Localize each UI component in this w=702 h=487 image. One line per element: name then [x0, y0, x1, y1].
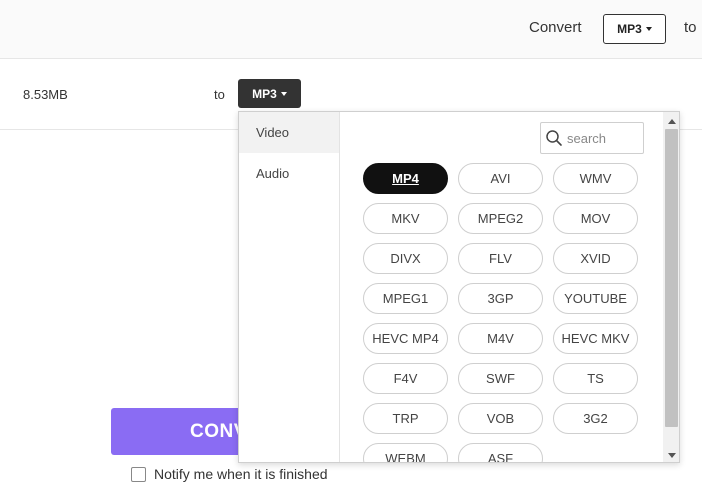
format-option-mpeg1[interactable]: MPEG1 — [363, 283, 448, 314]
format-option-mkv[interactable]: MKV — [363, 203, 448, 234]
target-format-all-button[interactable]: MP3 — [603, 14, 666, 44]
file-format-button[interactable]: MP3 — [238, 79, 301, 108]
format-option-asf[interactable]: ASF — [458, 443, 543, 462]
format-option-ts[interactable]: TS — [553, 363, 638, 394]
category-video[interactable]: Video — [239, 112, 339, 153]
caret-down-icon — [280, 91, 287, 96]
format-option-flv[interactable]: FLV — [458, 243, 543, 274]
to-label: to — [684, 19, 697, 36]
format-grid: MP4 AVI WMV MKV MPEG2 MOV DIVX FLV XVID MPEG1 3GP Y… — [340, 112, 663, 462]
format-dropdown: Video Audio MP4 AVI WMV MKV MPEG2 MOV DIVX FLV X… — [238, 111, 680, 463]
format-option-f4v[interactable]: F4V — [363, 363, 448, 394]
scroll-down-arrow[interactable] — [663, 448, 679, 462]
format-option-mp4[interactable]: MP4 — [363, 163, 448, 194]
format-option-m4v[interactable]: M4V — [458, 323, 543, 354]
file-size: 8.53MB — [23, 87, 68, 102]
file-format-label: MP3 — [252, 86, 277, 101]
format-option-youtube[interactable]: YOUTUBE — [553, 283, 638, 314]
top-bar: Convert MP3 to — [0, 0, 702, 59]
arrow-down-icon — [667, 452, 676, 458]
format-option-swf[interactable]: SWF — [458, 363, 543, 394]
format-option-3gp[interactable]: 3GP — [458, 283, 543, 314]
format-option-webm[interactable]: WEBM — [363, 443, 448, 462]
convert-label: Convert — [529, 19, 582, 36]
notify-label: Notify me when it is finished — [154, 466, 328, 482]
format-option-wmv[interactable]: WMV — [553, 163, 638, 194]
format-option-3g2[interactable]: 3G2 — [553, 403, 638, 434]
format-option-hevc-mp4[interactable]: HEVC MP4 — [363, 323, 448, 354]
search-icon — [546, 130, 562, 146]
dropdown-scrollbar[interactable] — [663, 112, 679, 462]
format-option-hevc-mkv[interactable]: HEVC MKV — [553, 323, 638, 354]
scroll-thumb[interactable] — [665, 129, 678, 427]
target-format-all-label: MP3 — [617, 22, 642, 36]
format-option-xvid[interactable]: XVID — [553, 243, 638, 274]
notify-option[interactable]: Notify me when it is finished — [131, 466, 328, 482]
format-search[interactable] — [540, 122, 644, 154]
format-option-mpeg2[interactable]: MPEG2 — [458, 203, 543, 234]
arrow-up-icon — [667, 118, 676, 124]
format-option-mov[interactable]: MOV — [553, 203, 638, 234]
format-option-vob[interactable]: VOB — [458, 403, 543, 434]
format-search-input[interactable] — [567, 130, 643, 146]
category-audio[interactable]: Audio — [239, 153, 339, 194]
format-option-divx[interactable]: DIVX — [363, 243, 448, 274]
notify-checkbox[interactable] — [131, 466, 146, 482]
format-option-trp[interactable]: TRP — [363, 403, 448, 434]
caret-down-icon — [645, 27, 652, 31]
category-list: Video Audio — [239, 112, 340, 462]
format-option-avi[interactable]: AVI — [458, 163, 543, 194]
scroll-up-arrow[interactable] — [663, 114, 679, 128]
file-to-label: to — [214, 87, 225, 102]
